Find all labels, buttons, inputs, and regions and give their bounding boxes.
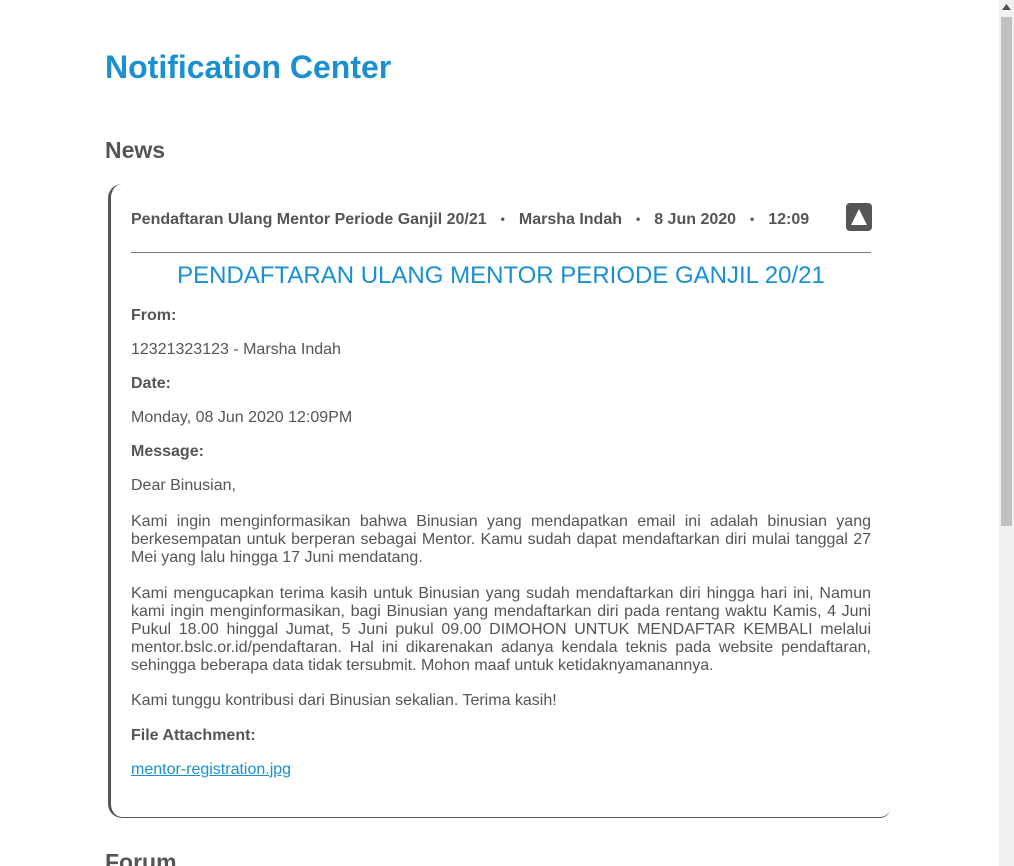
- message-title: PENDAFTARAN ULANG MENTOR PERIODE GANJIL …: [177, 262, 825, 289]
- date-label: Date:: [131, 375, 172, 392]
- from-label: From:: [131, 307, 177, 324]
- forum-section-title: Forum: [105, 849, 177, 866]
- collapse-button[interactable]: [846, 203, 872, 231]
- message-label: Message:: [131, 443, 204, 460]
- news-subject: Pendaftaran Ulang Mentor Periode Ganjil …: [131, 211, 487, 228]
- date-value: Monday, 08 Jun 2020 12:09PM: [131, 409, 353, 426]
- message-closing: Kami tunggu kontribusi dari Binusian sek…: [131, 692, 557, 709]
- triangle-up-icon: [851, 209, 867, 225]
- news-card: Pendaftaran Ulang Mentor Periode Ganjil …: [108, 184, 890, 818]
- message-paragraph-2: Kami mengucapkan terima kasih untuk Binu…: [131, 585, 871, 674]
- scroll-up-arrow-icon: [1002, 4, 1011, 10]
- message-greeting: Dear Binusian,: [131, 477, 236, 494]
- message-paragraph-1: Kami ingin menginformasikan bahwa Binusi…: [131, 513, 871, 566]
- notification-center-page: Notification Center News Pendaftaran Ula…: [0, 0, 1014, 866]
- news-card-header[interactable]: Pendaftaran Ulang Mentor Periode Ganjil …: [131, 208, 873, 230]
- header-separator: •: [500, 212, 505, 226]
- header-separator: •: [750, 212, 755, 226]
- vertical-scrollbar[interactable]: [999, 0, 1014, 866]
- news-time: 12:09: [768, 211, 810, 228]
- news-sender: Marsha Indah: [518, 211, 622, 228]
- from-value: 12321323123 - Marsha Indah: [131, 341, 341, 358]
- scroll-up-button[interactable]: [999, 0, 1014, 15]
- scrollbar-thumb[interactable]: [1001, 17, 1012, 526]
- attachment-label: File Attachment:: [131, 727, 256, 744]
- header-separator: •: [636, 212, 641, 226]
- attachment-link[interactable]: mentor-registration.jpg: [131, 760, 291, 780]
- news-section-title: News: [105, 137, 166, 163]
- news-date: 8 Jun 2020: [654, 211, 737, 228]
- header-divider: [131, 252, 871, 253]
- page-title: Notification Center: [105, 49, 392, 85]
